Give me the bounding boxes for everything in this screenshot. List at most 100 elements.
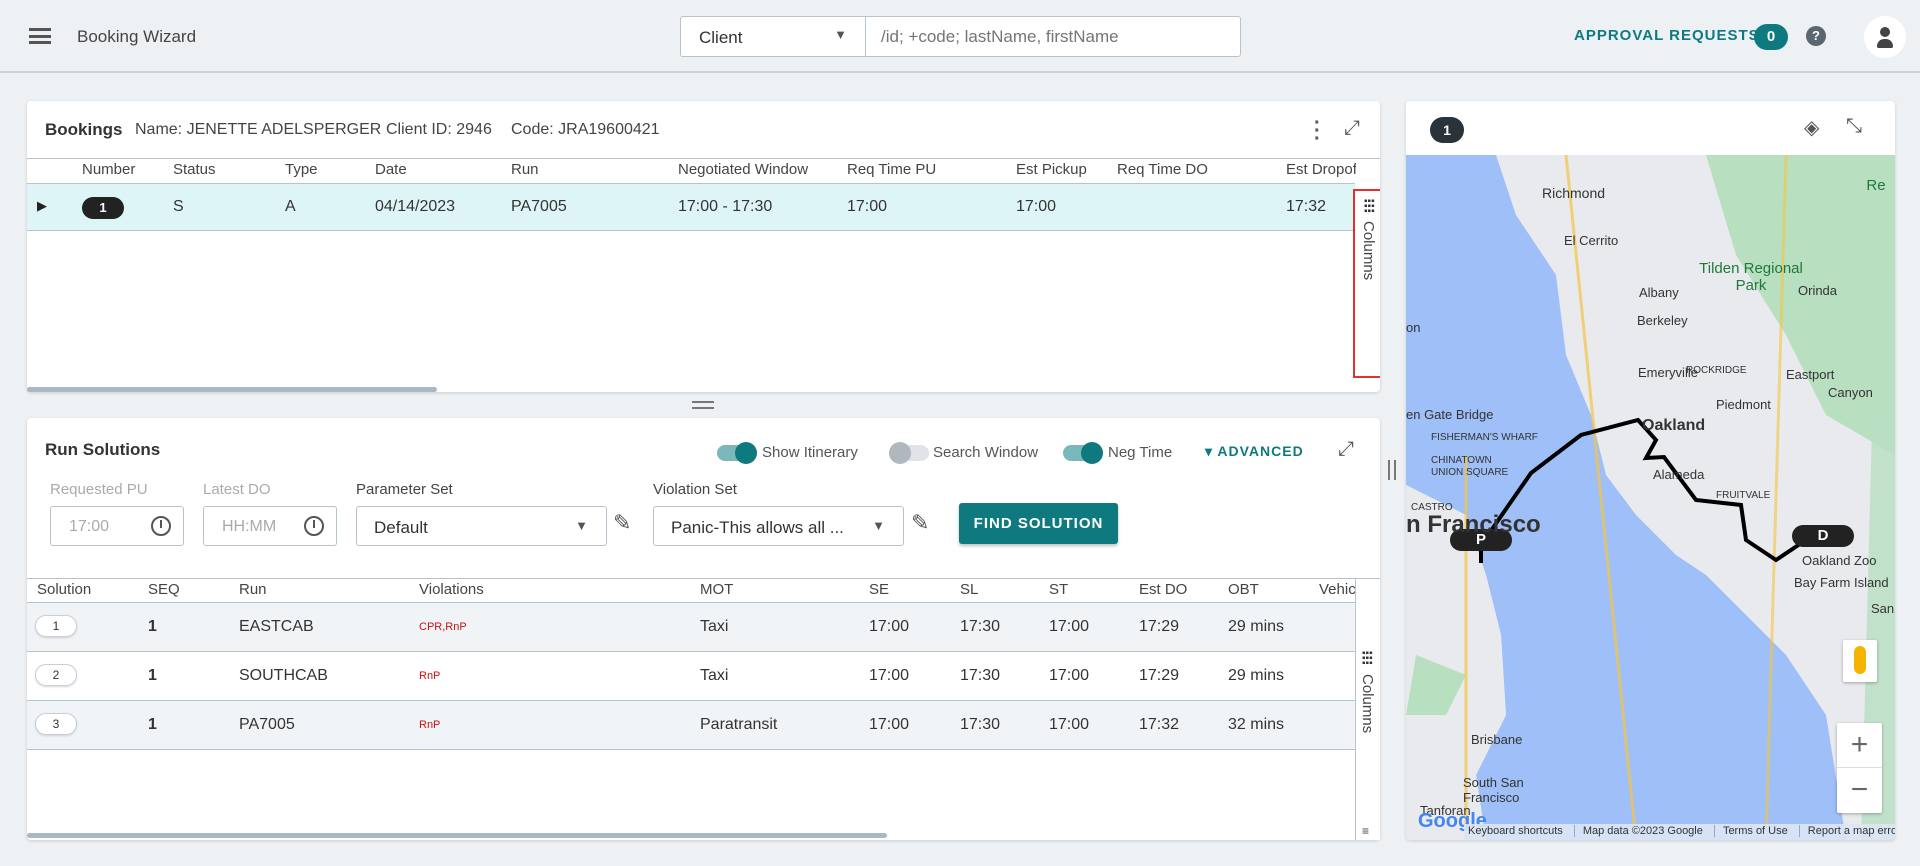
user-avatar[interactable] [1864,16,1906,58]
bookings-panel: Bookings Name: JENETTE ADELSPERGER Clien… [27,101,1380,392]
table-row[interactable]: 1 1 EASTCAB CPR,RnP Taxi 17:00 17:30 17:00 17:29… [27,603,1355,652]
obt: 29 mins [1228,618,1285,635]
columns-label: Columns [1360,221,1377,281]
status: S [173,198,184,215]
columns-sidebar-toggle[interactable]: ▪▪▪ ▪▪▪ ▪▪▪ Columns ≡ [1355,579,1380,840]
col-status[interactable]: Status [173,161,216,178]
col-number[interactable]: Number [82,161,135,178]
req-time-pu: 17:00 [847,198,888,215]
table-row[interactable]: ▶ 1 S A 04/14/2023 PA7005 17:00 - 17:30 … [27,184,1355,231]
map-label: Canyon [1828,385,1873,400]
st: 17:00 [1049,716,1090,733]
table-row[interactable]: 3 1 PA7005 RnP Paratransit 17:00 17:30 17:00 17:… [27,701,1355,750]
requested-pu-value: 17:00 [69,518,110,535]
approval-requests-link[interactable]: APPROVAL REQUESTS [1574,27,1760,44]
horizontal-scrollbar[interactable] [27,833,887,838]
vertical-splitter-handle[interactable] [692,401,714,409]
terms-link[interactable]: Terms of Use [1713,825,1796,837]
neg-time-toggle[interactable] [1063,442,1103,464]
col-vehicle[interactable]: Vehic [1319,581,1355,598]
advanced-toggle[interactable]: ▾ ADVANCED [1205,443,1304,460]
se: 17:00 [869,716,910,733]
edit-parameter-set-icon[interactable]: ✎ [613,510,631,536]
app-title: Booking Wizard [77,27,197,46]
find-solution-button[interactable]: FIND SOLUTION [959,503,1118,544]
layers-icon[interactable]: ◈ [1804,115,1819,140]
horizontal-splitter-handle[interactable] [1388,460,1396,480]
keyboard-shortcuts-link[interactable]: Keyboard shortcuts [1468,825,1571,837]
violation-set-select[interactable]: Panic-This allows all ... ▼ [653,506,904,546]
columns-label: Columns [1359,674,1376,734]
dropoff-marker[interactable]: D [1792,525,1854,547]
edit-violation-set-icon[interactable]: ✎ [911,510,929,536]
map-footer: Keyboard shortcuts Map data ©2023 Google… [1464,824,1895,840]
more-options-icon[interactable]: · · · [1314,113,1321,149]
expand-icon[interactable]: ⤢ [1344,117,1360,140]
requested-pu-label: Requested PU [50,481,148,498]
solution-badge[interactable]: 3 [35,713,77,735]
columns-sidebar-toggle[interactable]: ▪▪▪ ▪▪▪ ▪▪▪ Columns [1353,189,1380,378]
advanced-label: ADVANCED [1217,443,1304,459]
report-error-link[interactable]: Report a map error [1798,825,1895,837]
col-se[interactable]: SE [869,581,889,598]
col-st[interactable]: ST [1049,581,1068,598]
requested-pu-input[interactable]: 17:00 [50,506,184,546]
bookings-title: Bookings [45,120,123,139]
col-est-do[interactable]: Est DO [1139,581,1187,598]
col-obt[interactable]: OBT [1228,581,1259,598]
search-type-select[interactable]: Client ▼ [680,16,866,57]
seq: 1 [148,716,157,733]
solution-badge[interactable]: 2 [35,664,77,686]
expand-row-icon[interactable]: ▶ [37,198,47,214]
col-req-time-do[interactable]: Req Time DO [1117,161,1208,178]
parameter-set-select[interactable]: Default ▼ [356,506,607,546]
zoom-out-button[interactable]: − [1837,768,1882,813]
latest-do-input[interactable]: HH:MM [203,506,337,546]
col-req-time-pu[interactable]: Req Time PU [847,161,936,178]
col-mot[interactable]: MOT [700,581,733,598]
violations: RnP [419,670,441,682]
neg-time-label: Neg Time [1108,444,1173,461]
map-label: ROCKRIDGE [1686,365,1747,376]
zoom-in-button[interactable]: + [1837,723,1882,768]
expand-icon[interactable]: ⤢ [1338,438,1354,461]
map-label: Oakland [1642,417,1706,434]
table-row[interactable]: 2 1 SOUTHCAB RnP Taxi 17:00 17:30 17:00 17:29 29 … [27,652,1355,701]
solution-badge[interactable]: 1 [35,615,77,637]
violations: CPR,RnP [419,621,467,633]
map-canvas[interactable]: P D Richmond El Cerrito Albany Berkeley Emer… [1406,155,1895,840]
show-itinerary-toggle[interactable] [717,442,757,464]
client-search-input[interactable] [865,16,1241,57]
collapse-icon[interactable]: ⤡ [1846,115,1862,138]
col-run[interactable]: Run [239,581,267,598]
run: EASTCAB [239,618,314,635]
violation-set-value: Panic-This allows all ... [671,518,844,537]
horizontal-scrollbar[interactable] [27,387,437,392]
col-date[interactable]: Date [375,161,407,178]
est-pickup: 17:00 [1016,198,1057,215]
col-solution[interactable]: Solution [37,581,91,598]
run-solutions-panel: Run Solutions Show Itinerary Search Wind… [27,418,1380,840]
seq: 1 [148,618,157,635]
violations: RnP [419,719,441,731]
menu-icon[interactable] [29,28,51,44]
filter-icon[interactable]: ≡ [1362,824,1369,838]
col-est-pickup[interactable]: Est Pickup [1016,161,1087,178]
col-sl[interactable]: SL [960,581,978,598]
approval-count-badge[interactable]: 0 [1754,24,1788,50]
col-violations[interactable]: Violations [419,581,484,598]
col-type[interactable]: Type [285,161,318,178]
search-window-toggle[interactable] [889,442,929,464]
col-seq[interactable]: SEQ [148,581,180,598]
street-view-pegman[interactable] [1843,640,1877,682]
map-label: CHINATOWN [1431,455,1492,466]
help-icon[interactable]: ? [1806,26,1826,46]
se: 17:00 [869,618,910,635]
se: 17:00 [869,667,910,684]
map-label: Albany [1639,285,1679,300]
clock-icon[interactable] [151,516,171,536]
col-run[interactable]: Run [511,161,539,178]
col-negotiated-window[interactable]: Negotiated Window [678,161,808,178]
clock-icon[interactable] [304,516,324,536]
col-est-dropoff[interactable]: Est Dropoff [1286,161,1356,178]
